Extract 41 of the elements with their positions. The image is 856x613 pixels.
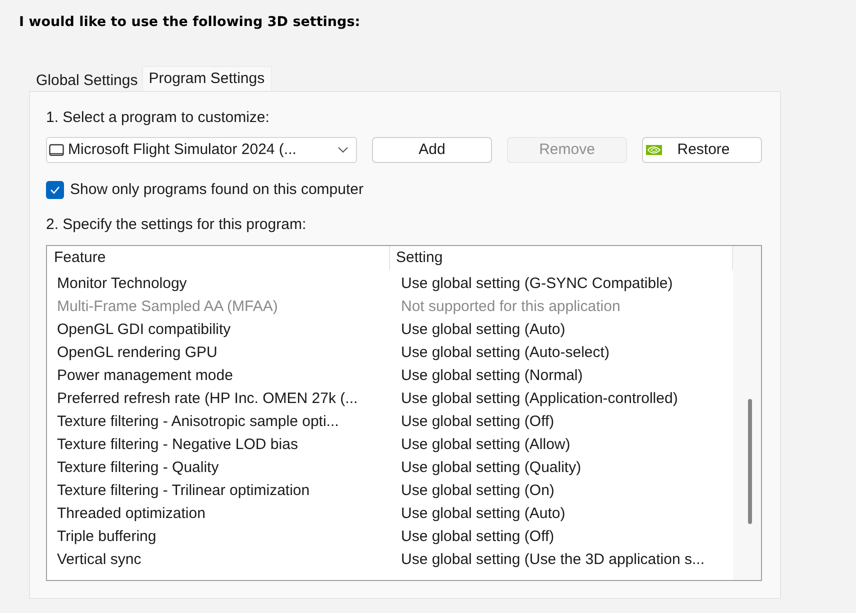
check-icon bbox=[50, 186, 60, 194]
setting-cell[interactable]: Use global setting (Auto) bbox=[390, 502, 733, 524]
checkbox-label: Show only programs found on this computer bbox=[70, 180, 364, 200]
feature-cell[interactable]: Triple buffering bbox=[47, 524, 390, 548]
feature-cell[interactable]: Monitor Technology bbox=[47, 272, 390, 294]
setting-cell[interactable]: Use global setting (Auto-select) bbox=[390, 340, 733, 364]
feature-cell[interactable]: Texture filtering - Anisotropic sample opti... bbox=[47, 410, 390, 432]
column-header[interactable]: Feature bbox=[47, 246, 390, 270]
setting-cell[interactable]: Use global setting (Auto) bbox=[390, 318, 733, 340]
setting-cell[interactable]: Use global setting (Use the 3D application s... bbox=[390, 548, 733, 570]
scrollbar-track[interactable] bbox=[733, 246, 761, 580]
section-label: 2. Specify the settings for this program: bbox=[46, 214, 308, 234]
window-icon bbox=[49, 144, 64, 156]
program-dropdown[interactable]: Microsoft Flight Simulator 2024 (... bbox=[46, 137, 357, 163]
eye-logo-icon bbox=[646, 145, 662, 155]
setting-cell[interactable]: Use global setting (G-SYNC Compatible) bbox=[390, 272, 733, 294]
feature-cell[interactable]: Threaded optimization bbox=[47, 502, 390, 524]
action-button[interactable]: Restore bbox=[642, 137, 762, 163]
setting-cell[interactable]: Use global setting (On) bbox=[390, 478, 733, 502]
setting-cell[interactable]: Use global setting (Off) bbox=[390, 410, 733, 432]
feature-cell[interactable]: OpenGL GDI compatibility bbox=[47, 318, 390, 340]
checkbox[interactable] bbox=[46, 181, 64, 200]
tab[interactable]: Global Settings bbox=[32, 69, 142, 91]
setting-cell[interactable]: Use global setting (Allow) bbox=[390, 432, 733, 456]
tab[interactable]: Program Settings bbox=[142, 66, 272, 91]
feature-cell[interactable]: Vertical sync bbox=[47, 548, 390, 570]
chevron-down-icon bbox=[338, 147, 348, 153]
feature-cell[interactable]: Preferred refresh rate (HP Inc. OMEN 27k (... bbox=[47, 386, 390, 410]
feature-cell[interactable]: Texture filtering - Quality bbox=[47, 456, 390, 478]
setting-cell[interactable]: Use global setting (Normal) bbox=[390, 364, 733, 386]
action-button[interactable]: Add bbox=[372, 137, 492, 163]
feature-cell[interactable]: Texture filtering - Trilinear optimization bbox=[47, 478, 390, 502]
feature-cell[interactable]: Power management mode bbox=[47, 364, 390, 386]
feature-cell[interactable]: OpenGL rendering GPU bbox=[47, 340, 390, 364]
feature-cell[interactable]: Texture filtering - Negative LOD bias bbox=[47, 432, 390, 456]
setting-cell[interactable]: Use global setting (Application-controlled) bbox=[390, 386, 733, 410]
setting-cell[interactable]: Use global setting (Off) bbox=[390, 524, 733, 548]
scrollbar-thumb[interactable] bbox=[748, 398, 752, 524]
section-heading: I would like to use the following 3D settings: bbox=[19, 14, 360, 30]
setting-cell[interactable]: Use global setting (Quality) bbox=[390, 456, 733, 478]
section-label: 1. Select a program to customize: bbox=[46, 108, 270, 128]
